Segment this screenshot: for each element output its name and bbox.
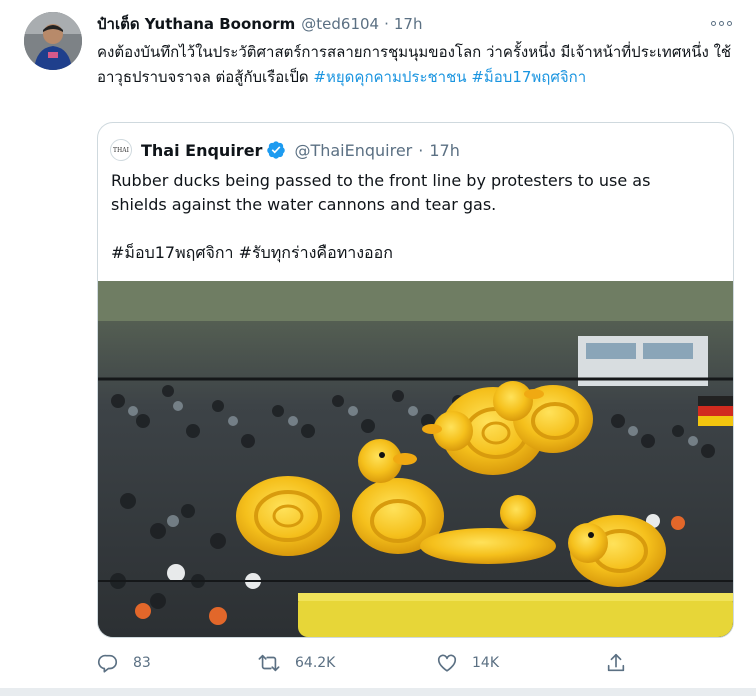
quoted-author-logo-text: THAI [113,146,129,154]
like-count: 14K [472,655,499,671]
separator-dot: · [384,15,389,33]
reply-icon [98,654,118,673]
timeline-divider [0,688,756,696]
quoted-timestamp[interactable]: 17h [429,141,460,160]
like-button[interactable]: 14K [436,650,499,676]
hashtag-link[interactable]: #ม็อบ17พฤศจิกา [471,68,586,86]
share-button[interactable] [605,650,641,676]
more-icon[interactable] [708,12,734,34]
tweet: ป๋าเต็ด Yuthana Boonorm @ted6104 · 17h ค… [0,0,756,689]
quoted-author-name[interactable]: Thai Enquirer [141,141,262,160]
hashtag-link[interactable]: #หยุดคุกคามประชาชน [313,68,466,86]
reply-button[interactable]: 83 [97,650,151,676]
retweet-icon [258,654,280,672]
tweet-header: ป๋าเต็ด Yuthana Boonorm @ted6104 · 17h [97,13,422,35]
share-icon [607,653,625,672]
verified-icon [267,141,286,159]
quoted-author-handle[interactable]: @ThaiEnquirer [294,141,412,160]
quoted-tweet[interactable]: THAI Thai Enquirer @ThaiEnquirer · 17h R… [97,122,734,638]
tweet-actions: 83 64.2K 14K [97,650,637,676]
quoted-tweet-text: Rubber ducks being passed to the front l… [111,171,651,214]
author-handle[interactable]: @ted6104 [301,15,379,33]
quoted-tweet-header: THAI Thai Enquirer @ThaiEnquirer · 17h [110,138,460,162]
tweet-photo[interactable] [98,281,733,637]
tweet-text: คงต้องบันทึกไว้ในประวัติศาสตร์การสลายการ… [97,40,737,90]
avatar[interactable] [24,12,82,70]
reply-count: 83 [133,655,151,671]
like-icon [437,654,457,672]
quoted-tweet-hashtags: #ม็อบ17พฤศจิกา #รับทุกร่างคือทางออก [111,243,393,262]
protest-photo [98,281,733,637]
author-name[interactable]: ป๋าเต็ด Yuthana Boonorm [97,12,295,36]
separator-dot: · [418,140,424,160]
avatar-image [24,12,82,70]
retweet-button[interactable]: 64.2K [257,650,335,676]
retweet-count: 64.2K [295,655,336,671]
tweet-timestamp[interactable]: 17h [394,15,423,33]
quoted-author-avatar[interactable]: THAI [110,139,132,161]
